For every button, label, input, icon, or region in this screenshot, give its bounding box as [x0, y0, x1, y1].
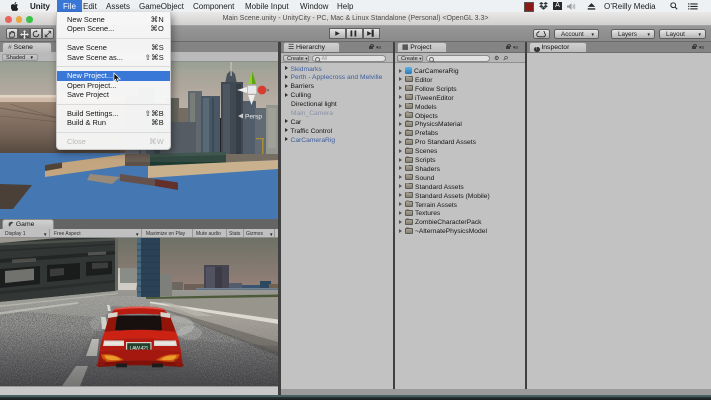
svg-text:Persp: Persp — [245, 114, 262, 121]
svg-text:×: × — [267, 88, 270, 94]
